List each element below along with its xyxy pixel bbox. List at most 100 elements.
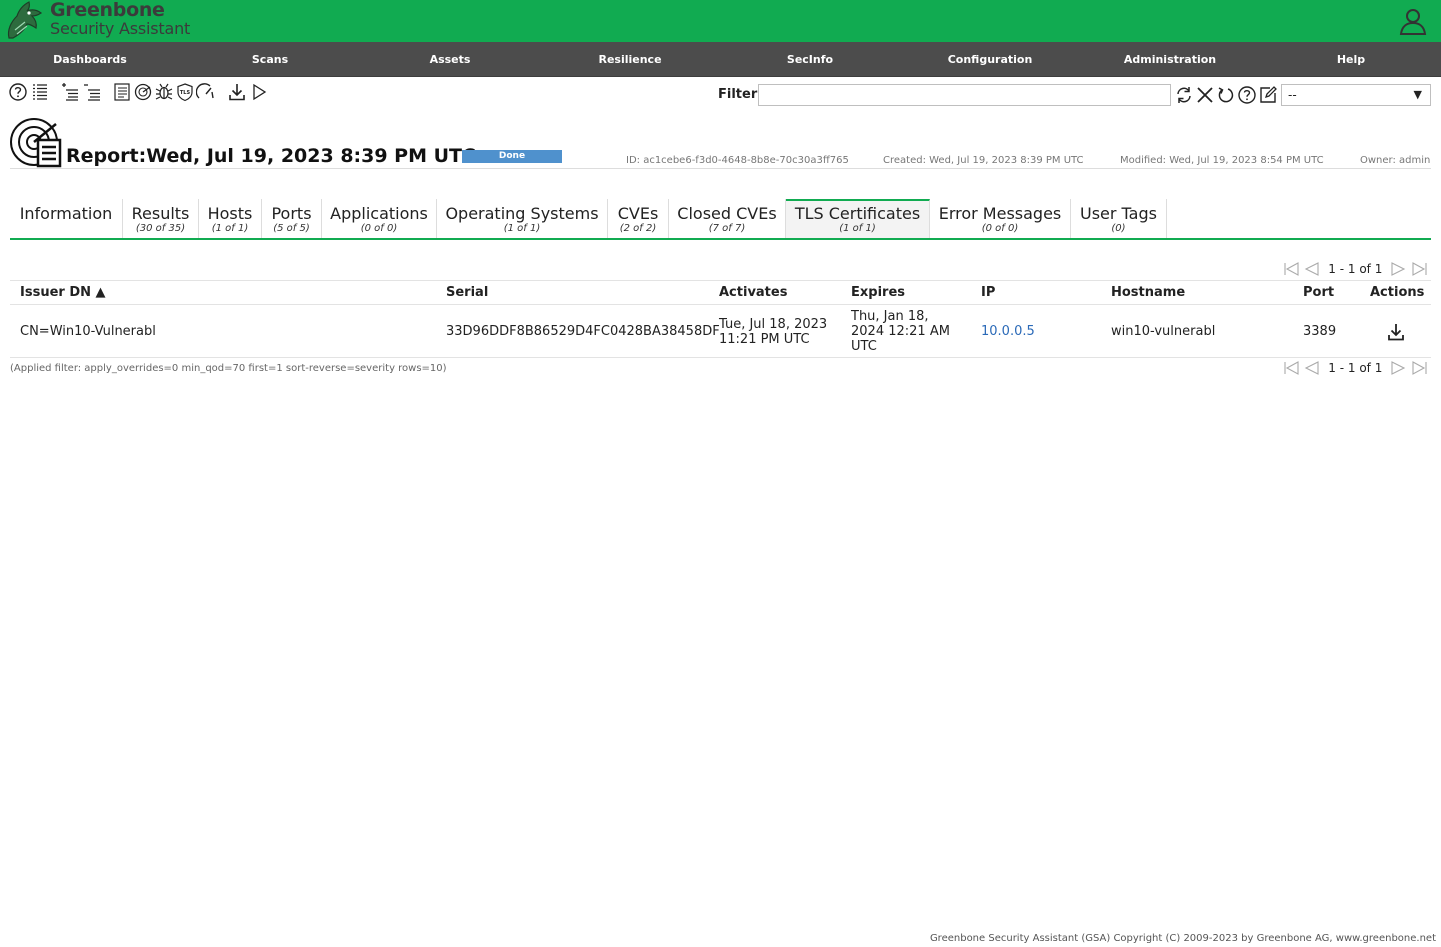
edit-filter-icon[interactable] — [1258, 85, 1278, 105]
filter-select[interactable]: -- ▼ — [1281, 84, 1431, 106]
tab-closed-cves[interactable]: Closed CVEs (7 of 7) — [669, 199, 786, 238]
nav-resilience[interactable]: Resilience — [540, 42, 720, 77]
nav-assets[interactable]: Assets — [360, 42, 540, 77]
tab-label: Hosts — [207, 204, 253, 223]
results-icon[interactable] — [133, 82, 153, 102]
tab-tls-certificates[interactable]: TLS Certificates (1 of 1) — [786, 199, 930, 238]
tab-label: TLS Certificates — [794, 204, 921, 223]
tab-information[interactable]: Information — [10, 199, 123, 238]
column-header-activates[interactable]: Activates — [719, 285, 787, 300]
add-to-assets-icon[interactable] — [60, 82, 80, 102]
reset-filter-icon[interactable] — [1195, 85, 1215, 105]
tab-count: (1 of 1) — [839, 223, 876, 234]
download-certificate-icon[interactable] — [1386, 322, 1406, 342]
pagination-bottom: 1 - 1 of 1 — [1282, 360, 1429, 378]
nav-configuration[interactable]: Configuration — [900, 42, 1080, 77]
tab-count: (1 of 1) — [503, 223, 541, 234]
brand-name: Greenbone — [50, 0, 165, 21]
pagination-top: 1 - 1 of 1 — [1282, 261, 1429, 279]
main-navigation: Dashboards Scans Assets Resilience SecIn… — [0, 42, 1441, 77]
user-menu-icon[interactable] — [1399, 7, 1427, 35]
nav-administration[interactable]: Administration — [1080, 42, 1260, 77]
filter-select-value: -- — [1288, 88, 1297, 102]
greenbone-logo-icon[interactable] — [5, 0, 45, 42]
column-header-serial[interactable]: Serial — [446, 285, 488, 300]
divider — [10, 168, 1431, 169]
tab-count: (5 of 5) — [273, 223, 310, 234]
filter-input[interactable] — [758, 84, 1171, 106]
previous-page-icon[interactable] — [1303, 360, 1321, 376]
pagination-text: 1 - 1 of 1 — [1328, 361, 1383, 375]
tab-error-messages[interactable]: Error Messages (0 of 0) — [930, 199, 1071, 238]
tab-label: Applications — [330, 204, 428, 223]
tab-user-tags[interactable]: User Tags (0) — [1071, 199, 1167, 238]
column-header-port[interactable]: Port — [1303, 285, 1334, 300]
report-tabs: Information Results (30 of 35) Hosts (1 … — [10, 199, 1431, 240]
svg-text:TLS: TLS — [180, 90, 191, 96]
tab-label: Closed CVEs — [677, 204, 777, 223]
footer-copyright: Greenbone Security Assistant (GSA) Copyr… — [929, 933, 1436, 944]
status-badge: Done — [462, 150, 562, 163]
tab-count: (0) — [1111, 223, 1126, 234]
tab-count: (0 of 0) — [360, 223, 398, 234]
vulnerabilities-icon[interactable] — [154, 82, 174, 102]
start-icon[interactable] — [249, 82, 269, 102]
tab-applications[interactable]: Applications (0 of 0) — [322, 199, 437, 238]
column-header-actions: Actions — [1370, 285, 1425, 300]
cell-activates-time: 11:21 PM UTC — [719, 332, 810, 347]
tab-count: (7 of 7) — [708, 223, 746, 234]
report-created: Created: Wed, Jul 19, 2023 8:39 PM UTC — [883, 155, 1084, 166]
nav-secinfo[interactable]: SecInfo — [720, 42, 900, 77]
tab-count: (1 of 1) — [211, 223, 249, 234]
tab-label: Ports — [271, 204, 312, 223]
remove-from-assets-icon[interactable] — [82, 82, 102, 102]
tab-label: Operating Systems — [445, 204, 599, 223]
refresh-icon[interactable] — [1174, 85, 1194, 105]
nav-help[interactable]: Help — [1261, 42, 1441, 77]
next-page-icon[interactable] — [1389, 360, 1407, 376]
list-icon[interactable] — [30, 82, 50, 102]
help-icon[interactable] — [8, 82, 28, 102]
performance-icon[interactable] — [196, 82, 216, 102]
column-header-issuer-dn[interactable]: Issuer DN ▲ — [20, 285, 106, 300]
pagination-text: 1 - 1 of 1 — [1328, 262, 1383, 276]
column-header-hostname[interactable]: Hostname — [1111, 285, 1185, 300]
tab-ports[interactable]: Ports (5 of 5) — [262, 199, 322, 238]
cell-ip-link[interactable]: 10.0.0.5 — [981, 324, 1035, 339]
filter-label: Filter — [718, 87, 758, 102]
first-page-icon[interactable] — [1282, 261, 1300, 277]
header-divider — [10, 304, 1431, 305]
column-header-expires[interactable]: Expires — [851, 285, 905, 300]
report-modified: Modified: Wed, Jul 19, 2023 8:54 PM UTC — [1120, 155, 1324, 166]
tab-cves[interactable]: CVEs (2 of 2) — [608, 199, 669, 238]
last-page-icon[interactable] — [1411, 360, 1429, 376]
tab-hosts[interactable]: Hosts (1 of 1) — [199, 199, 262, 238]
nav-scans[interactable]: Scans — [180, 42, 360, 77]
tab-label: CVEs — [617, 204, 659, 223]
table-top-border — [10, 280, 1431, 281]
reload-icon[interactable] — [1216, 85, 1236, 105]
tab-label: Error Messages — [938, 204, 1062, 223]
download-icon[interactable] — [227, 82, 247, 102]
tls-shield-icon[interactable]: TLS — [175, 82, 195, 102]
cell-expires-line1: Thu, Jan 18, — [851, 309, 929, 324]
cell-expires-line2: 2024 12:21 AM — [851, 324, 950, 339]
task-list-icon[interactable] — [112, 82, 132, 102]
report-owner: Owner: admin — [1360, 155, 1431, 166]
next-page-icon[interactable] — [1389, 261, 1407, 277]
last-page-icon[interactable] — [1411, 261, 1429, 277]
first-page-icon[interactable] — [1282, 360, 1300, 376]
cell-issuer-dn: CN=Win10-Vulnerabl — [20, 324, 156, 339]
brand-subtitle: Security Assistant — [50, 19, 191, 38]
cell-expires-line3: UTC — [851, 339, 877, 354]
column-header-ip[interactable]: IP — [981, 285, 995, 300]
tab-label: User Tags — [1080, 204, 1157, 223]
previous-page-icon[interactable] — [1303, 261, 1321, 277]
tab-operating-systems[interactable]: Operating Systems (1 of 1) — [437, 199, 608, 238]
tab-count: (2 of 2) — [619, 223, 657, 234]
report-icon — [10, 118, 62, 168]
tab-results[interactable]: Results (30 of 35) — [123, 199, 199, 238]
cell-activates-date: Tue, Jul 18, 2023 — [719, 317, 828, 332]
nav-dashboards[interactable]: Dashboards — [0, 42, 180, 77]
filter-help-icon[interactable] — [1237, 85, 1257, 105]
